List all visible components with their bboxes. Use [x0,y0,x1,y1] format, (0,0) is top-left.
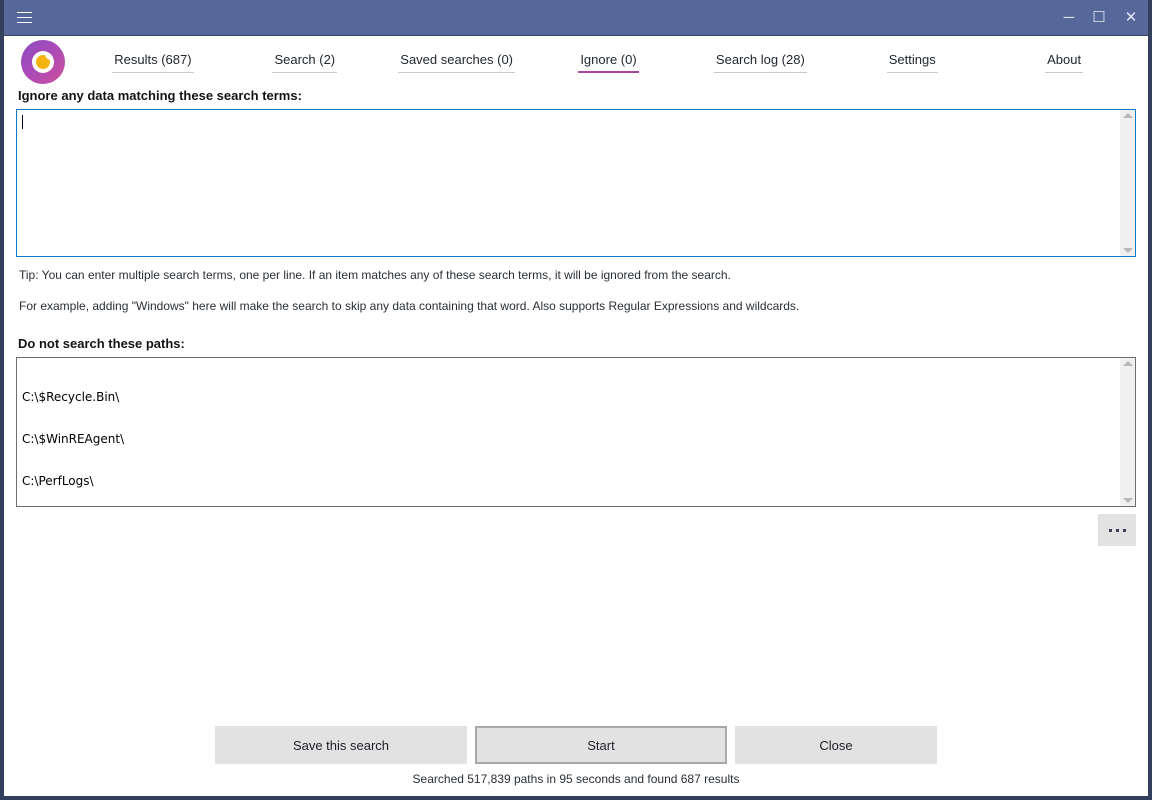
excluded-paths-scrollbar[interactable] [1119,358,1135,506]
excluded-paths-text[interactable]: C:\$Recycle.Bin\ C:\$WinREAgent\ C:\Perf… [17,358,1119,506]
tab-search-label: Search (2) [274,52,335,73]
ignore-terms-text[interactable] [17,110,1119,256]
scroll-down-icon[interactable] [1123,248,1133,253]
browse-paths-button[interactable] [1098,514,1136,546]
ignore-terms-textarea[interactable] [16,109,1136,257]
ellipsis-dot-icon [1116,529,1119,532]
start-button[interactable]: Start [475,726,727,764]
tab-results-label: Results (687) [114,52,191,73]
main-content: Ignore any data matching these search te… [4,88,1148,796]
ellipsis-dot-icon [1109,529,1112,532]
tab-list: Results (687) Search (2) Saved searches … [77,36,1148,88]
tab-results[interactable]: Results (687) [77,36,229,88]
title-bar: ─ ☐ ✕ [4,0,1148,36]
tab-search[interactable]: Search (2) [229,36,381,88]
scroll-up-icon[interactable] [1123,361,1133,366]
tab-saved-searches[interactable]: Saved searches (0) [381,36,533,88]
tab-ignore-label: Ignore (0) [580,52,636,73]
close-window-button[interactable]: ✕ [1114,0,1148,36]
ellipsis-dot-icon [1123,529,1126,532]
app-logo-icon [21,40,65,84]
status-text: Searched 517,839 paths in 95 seconds and… [16,772,1136,796]
list-item[interactable]: C:\PerfLogs\ [22,474,1114,488]
tab-search-log[interactable]: Search log (28) [684,36,836,88]
hamburger-menu-icon[interactable] [4,0,44,36]
scroll-down-icon[interactable] [1123,498,1133,503]
excluded-paths-list[interactable]: C:\$Recycle.Bin\ C:\$WinREAgent\ C:\Perf… [16,357,1136,507]
tab-about[interactable]: About [988,36,1140,88]
content-spacer [16,546,1136,726]
scroll-up-icon[interactable] [1123,113,1133,118]
app-window: ─ ☐ ✕ Results (687) Search (2) Saved sea… [0,0,1152,800]
list-item[interactable]: C:\$WinREAgent\ [22,432,1114,446]
text-caret [22,115,23,129]
save-this-search-button[interactable]: Save this search [215,726,467,764]
ignore-terms-scrollbar[interactable] [1119,110,1135,256]
logo-inner-circle [32,51,54,73]
tab-saved-searches-label: Saved searches (0) [400,52,513,73]
ignore-terms-title: Ignore any data matching these search te… [18,88,1136,103]
list-item[interactable]: C:\$Recycle.Bin\ [22,390,1114,404]
window-controls: ─ ☐ ✕ [1054,0,1148,36]
tab-settings-label: Settings [889,52,936,73]
close-button[interactable]: Close [735,726,937,764]
maximize-button[interactable]: ☐ [1084,0,1114,36]
tab-about-label: About [1047,52,1081,73]
tab-search-log-label: Search log (28) [716,52,805,73]
tab-ignore[interactable]: Ignore (0) [533,36,685,88]
minimize-button[interactable]: ─ [1054,0,1084,36]
ignore-tip-line-1: Tip: You can enter multiple search terms… [19,267,1136,283]
tab-settings[interactable]: Settings [836,36,988,88]
paths-title: Do not search these paths: [18,336,1136,351]
tab-bar: Results (687) Search (2) Saved searches … [4,36,1148,88]
footer-button-row: Save this search Start Close [16,726,1136,764]
ignore-tip-line-2: For example, adding "Windows" here will … [19,298,1136,314]
logo-center-dot [36,55,50,69]
